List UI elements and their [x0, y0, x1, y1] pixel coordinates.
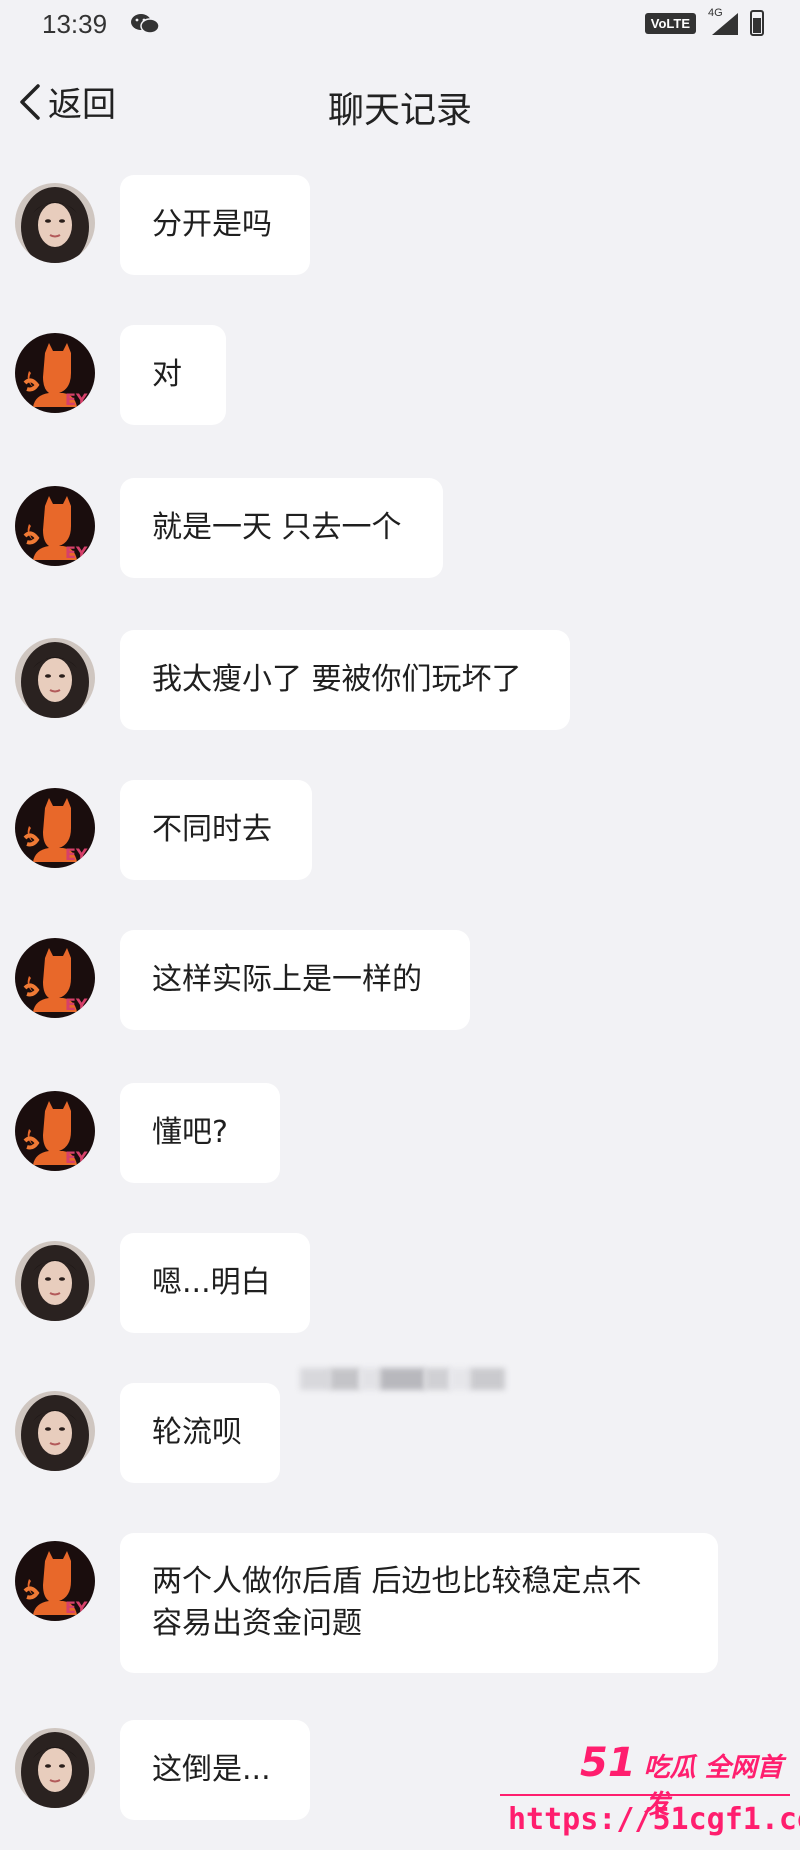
avatar-girl[interactable] [15, 1391, 95, 1471]
watermark-divider [500, 1794, 790, 1796]
watermark-url: https://51cgf1.com [508, 1802, 800, 1837]
avatar-girl-portrait [15, 1241, 95, 1321]
page-title: 聊天记录 [327, 90, 472, 131]
message-bubble[interactable]: 两个人做你后盾 后边也比较稳定点不 容易出资金问题 [120, 1533, 718, 1673]
message-bubble[interactable]: 不同时去 [120, 780, 312, 880]
message-bubble[interactable]: 这样实际上是一样的 [120, 930, 470, 1030]
avatar-cat[interactable]: EY [15, 333, 95, 413]
avatar-girl-portrait [15, 638, 95, 718]
avatar-girl-portrait [15, 183, 95, 263]
avatar-girl[interactable] [15, 183, 95, 263]
avatar-girl[interactable] [15, 638, 95, 718]
avatar-cat-illustration: EY [15, 486, 95, 566]
svg-text:EY: EY [65, 390, 88, 409]
watermark-number: 51 [580, 1740, 636, 1786]
message-bubble[interactable]: 对 [120, 325, 226, 425]
battery-icon [750, 10, 764, 36]
avatar-cat[interactable]: EY [15, 1091, 95, 1171]
svg-text:EY: EY [65, 845, 88, 864]
svg-text:EY: EY [65, 995, 88, 1014]
svg-text:EY: EY [65, 1148, 88, 1167]
avatar-cat-illustration: EY [15, 333, 95, 413]
message-bubble[interactable]: 分开是吗 [120, 175, 310, 275]
avatar-girl-portrait [15, 1391, 95, 1471]
status-indicators: VoLTE 4G [644, 7, 764, 36]
status-bar: 13:39 VoLTE 4G [0, 0, 800, 50]
message-bubble[interactable]: 懂吧? [120, 1083, 280, 1183]
avatar-girl[interactable] [15, 1728, 95, 1808]
blurred-timestamp [300, 1368, 505, 1390]
watermark: 51 吃瓜 全网首发 https://51cgf1.com [500, 1740, 800, 1850]
message-bubble[interactable]: 这倒是... [120, 1720, 310, 1820]
signal-icon: 4G [706, 7, 740, 36]
avatar-cat-illustration: EY [15, 1091, 95, 1171]
avatar-cat[interactable]: EY [15, 1541, 95, 1621]
navigation-bar: 返回 聊天记录 [0, 55, 800, 155]
network-type-label: 4G [708, 7, 723, 19]
avatar-cat-illustration: EY [15, 1541, 95, 1621]
volte-badge: VoLTE [644, 12, 696, 34]
avatar-cat[interactable]: EY [15, 486, 95, 566]
avatar-girl[interactable] [15, 1241, 95, 1321]
wechat-icon [131, 14, 160, 34]
status-time: 13:39 [42, 9, 108, 39]
message-bubble[interactable]: 嗯...明白 [120, 1233, 310, 1333]
avatar-cat-illustration: EY [15, 938, 95, 1018]
svg-text:EY: EY [65, 1598, 88, 1617]
avatar-cat[interactable]: EY [15, 938, 95, 1018]
avatar-cat[interactable]: EY [15, 788, 95, 868]
message-bubble[interactable]: 我太瘦小了 要被你们玩坏了 [120, 630, 570, 730]
svg-text:EY: EY [65, 543, 88, 562]
avatar-girl-portrait [15, 1728, 95, 1808]
avatar-cat-illustration: EY [15, 788, 95, 868]
message-bubble[interactable]: 轮流呗 [120, 1383, 280, 1483]
message-bubble[interactable]: 就是一天 只去一个 [120, 478, 443, 578]
